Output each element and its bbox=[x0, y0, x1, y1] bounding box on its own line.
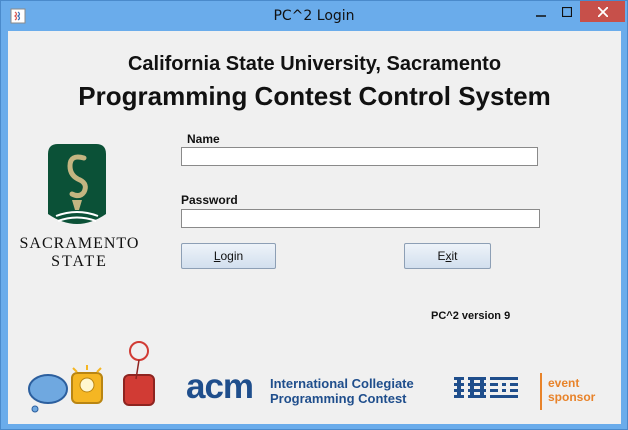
exit-button[interactable]: Ex it bbox=[404, 243, 491, 269]
version-label: PC^2 version 9 bbox=[431, 310, 511, 322]
login-panel: California State University, Sacramento … bbox=[8, 31, 621, 424]
acm-tagline-line1: International Collegiate bbox=[270, 376, 414, 391]
minimize-icon[interactable] bbox=[527, 1, 554, 22]
login-window: PC^2 Login California State University, … bbox=[0, 0, 628, 430]
name-label: Name bbox=[187, 132, 220, 146]
password-input[interactable] bbox=[181, 209, 540, 228]
password-label: Password bbox=[181, 193, 238, 207]
sponsor-line1: event bbox=[548, 376, 580, 390]
title-bar[interactable]: PC^2 Login bbox=[1, 1, 627, 31]
exit-label-first: E bbox=[437, 249, 446, 263]
login-mnemonic: L bbox=[213, 249, 221, 263]
acm-tagline-line2: Programming Contest bbox=[270, 391, 407, 406]
university-title: California State University, Sacramento bbox=[127, 53, 502, 75]
maximize-icon[interactable] bbox=[554, 1, 580, 22]
sponsor-line2: sponsor bbox=[548, 390, 596, 404]
system-title: Programming Contest Control System bbox=[78, 81, 551, 111]
sponsor-divider bbox=[540, 373, 542, 410]
sacramento-state-logo bbox=[48, 144, 106, 224]
login-button[interactable]: Login bbox=[181, 243, 276, 269]
icpc-bubbles-icon bbox=[28, 341, 155, 413]
name-input[interactable] bbox=[181, 147, 538, 166]
close-icon[interactable] bbox=[580, 1, 625, 22]
logo-text-line1: SACRAMENTO bbox=[19, 235, 140, 252]
logo-text-line2: STATE bbox=[51, 253, 108, 270]
acm-logo-text: acm bbox=[186, 367, 254, 406]
login-label-rest: ogin bbox=[220, 249, 244, 263]
exit-label-rest: it bbox=[451, 249, 458, 263]
ibm-logo-icon bbox=[454, 377, 518, 398]
